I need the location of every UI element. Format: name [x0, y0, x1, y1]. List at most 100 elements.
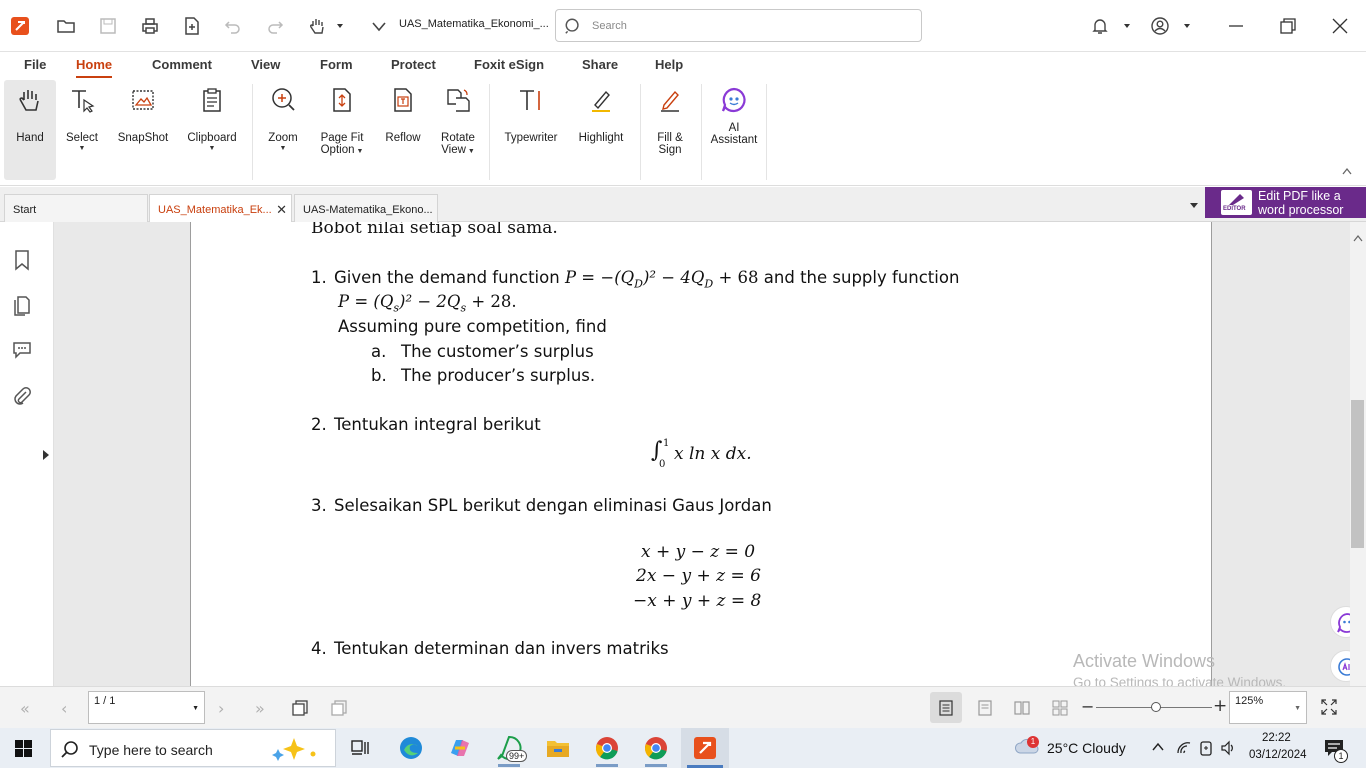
caret-down-icon[interactable]: ▼ [192, 705, 199, 712]
comments-icon[interactable] [11, 338, 33, 360]
clock-date[interactable]: 03/12/2024 [1249, 749, 1307, 761]
undo-icon[interactable] [221, 14, 245, 38]
continuous-facing-icon[interactable] [1052, 700, 1068, 716]
zoom-slider-handle[interactable] [1151, 702, 1161, 712]
menu-form[interactable]: Form [320, 57, 353, 72]
menu-help[interactable]: Help [655, 57, 683, 72]
whatsapp-app[interactable]: 99+ [494, 733, 528, 767]
fill-sign-button[interactable]: Fill & Sign [648, 80, 692, 180]
bell-icon[interactable] [1088, 14, 1112, 38]
weather-text[interactable]: 25°C Cloudy [1047, 740, 1126, 756]
floating-ai-tools-button[interactable] [1330, 650, 1350, 682]
clock-time[interactable]: 22:22 [1262, 732, 1291, 744]
single-page-icon [939, 700, 953, 716]
tab-start[interactable]: Start [4, 194, 148, 222]
foxit-logo-icon[interactable] [8, 14, 32, 38]
collapse-ribbon-icon[interactable] [1341, 166, 1353, 176]
file-explorer-app[interactable] [543, 733, 573, 763]
task-view-button[interactable] [345, 733, 375, 763]
page-fit-option-button[interactable]: Page Fit Option ▼ [315, 80, 369, 180]
redo-icon[interactable] [263, 14, 287, 38]
page-number-field[interactable]: 1 / 1 ▼ [88, 691, 205, 724]
fullscreen-icon[interactable] [1321, 699, 1337, 715]
clipboard-button[interactable]: Clipboard ▼ [183, 80, 241, 180]
save-icon[interactable] [96, 14, 120, 38]
search-input[interactable]: Search [555, 9, 922, 42]
tab-list-dropdown-icon[interactable] [1188, 200, 1200, 210]
continuous-view-icon[interactable] [977, 700, 993, 716]
foxit-app-active[interactable] [681, 728, 729, 768]
reflow-button[interactable]: Reflow [381, 80, 425, 180]
print-icon[interactable] [138, 14, 162, 38]
chevron-down-icon[interactable] [1117, 14, 1137, 38]
highlight-button[interactable]: Highlight [574, 80, 628, 180]
close-icon[interactable] [1328, 14, 1352, 38]
chevron-down-icon[interactable] [330, 14, 350, 38]
select-button[interactable]: Select ▼ [62, 80, 102, 180]
minimize-icon[interactable] [1224, 14, 1248, 38]
bookmark-icon[interactable] [11, 249, 33, 271]
chevron-down-icon[interactable] [1177, 14, 1197, 38]
taskbar-search-box[interactable]: Type here to search [50, 729, 336, 767]
rotate-view-button[interactable]: Rotate View ▼ [435, 80, 481, 180]
edge-app[interactable] [396, 733, 426, 763]
menu-home[interactable]: Home [76, 57, 113, 78]
caret-down-icon: ▼ [78, 145, 86, 152]
fill-sign-icon [654, 84, 686, 116]
snapshot-button[interactable]: SnapShot [114, 80, 172, 180]
menu-view[interactable]: View [251, 57, 280, 72]
caret-down-icon[interactable]: ▼ [1294, 705, 1301, 712]
create-pdf-icon[interactable] [180, 14, 204, 38]
show-hidden-icons-icon[interactable] [1152, 742, 1164, 752]
expand-panel-icon[interactable] [42, 449, 50, 461]
typewriter-button[interactable]: Typewriter [500, 80, 562, 180]
chrome-app-2[interactable] [641, 733, 671, 767]
menu-file[interactable]: File [24, 57, 46, 72]
menu-protect[interactable]: Protect [391, 57, 436, 72]
next-page-icon[interactable]: › [218, 699, 224, 718]
volume-icon[interactable] [1220, 740, 1236, 756]
last-page-icon[interactable]: » [255, 699, 265, 718]
tab-uas-matematika-1[interactable]: UAS_Matematika_Ek... ✕ [149, 194, 292, 223]
notification-count-badge: 1 [1334, 749, 1348, 763]
eq-part: P = −(Q [564, 268, 635, 287]
battery-icon[interactable] [1198, 740, 1214, 756]
menu-share[interactable]: Share [582, 57, 618, 72]
open-folder-icon[interactable] [54, 14, 78, 38]
windows-start-icon[interactable] [15, 740, 32, 757]
tab-uas-matematika-2[interactable]: UAS-Matematika_Ekono... [294, 194, 438, 222]
whatsapp-badge: 99+ [506, 750, 528, 762]
wifi-icon[interactable] [1176, 740, 1192, 756]
zoom-level-field[interactable]: 125% ▼ [1229, 691, 1307, 724]
chrome-app-1[interactable] [592, 733, 622, 767]
zoom-out-icon[interactable]: − [1081, 697, 1094, 716]
previous-page-icon[interactable]: ‹ [61, 699, 67, 718]
edit-pdf-promo-banner[interactable]: EDITOR Edit PDF like a word processor [1205, 187, 1366, 218]
menu-foxit-esign[interactable]: Foxit eSign [474, 57, 544, 72]
close-tab-icon[interactable]: ✕ [276, 202, 287, 218]
search-highlight-icon [272, 738, 316, 761]
hand-button[interactable]: Hand [4, 80, 56, 180]
scrollbar-thumb[interactable] [1351, 400, 1364, 548]
attachment-icon[interactable] [11, 385, 33, 407]
single-page-view-button[interactable] [930, 692, 962, 723]
extract-pages-icon[interactable] [291, 699, 309, 717]
zoom-button[interactable]: Zoom ▼ [263, 80, 303, 180]
snapshot-icon [127, 84, 159, 116]
duplicate-page-icon[interactable] [330, 699, 348, 717]
scroll-up-icon[interactable] [1353, 234, 1363, 242]
ai-assistant-button[interactable]: AI Assistant [708, 80, 760, 180]
weighting-note: Bobot nilai setiap soal sama. [311, 222, 558, 238]
restore-icon[interactable] [1276, 14, 1300, 38]
first-page-icon[interactable]: « [20, 699, 30, 718]
document-view[interactable]: Bobot nilai setiap soal sama. 1. Given t… [54, 222, 1350, 686]
pages-icon[interactable] [11, 294, 33, 316]
zoom-in-icon[interactable]: + [1213, 696, 1227, 716]
copilot-app[interactable] [445, 733, 475, 763]
hand-tool-icon[interactable] [305, 14, 329, 38]
facing-view-icon[interactable] [1014, 700, 1030, 716]
menu-comment[interactable]: Comment [152, 57, 212, 72]
collapse-icon[interactable] [367, 14, 391, 38]
account-icon[interactable] [1148, 14, 1172, 38]
floating-ai-assistant-button[interactable] [1330, 606, 1350, 638]
